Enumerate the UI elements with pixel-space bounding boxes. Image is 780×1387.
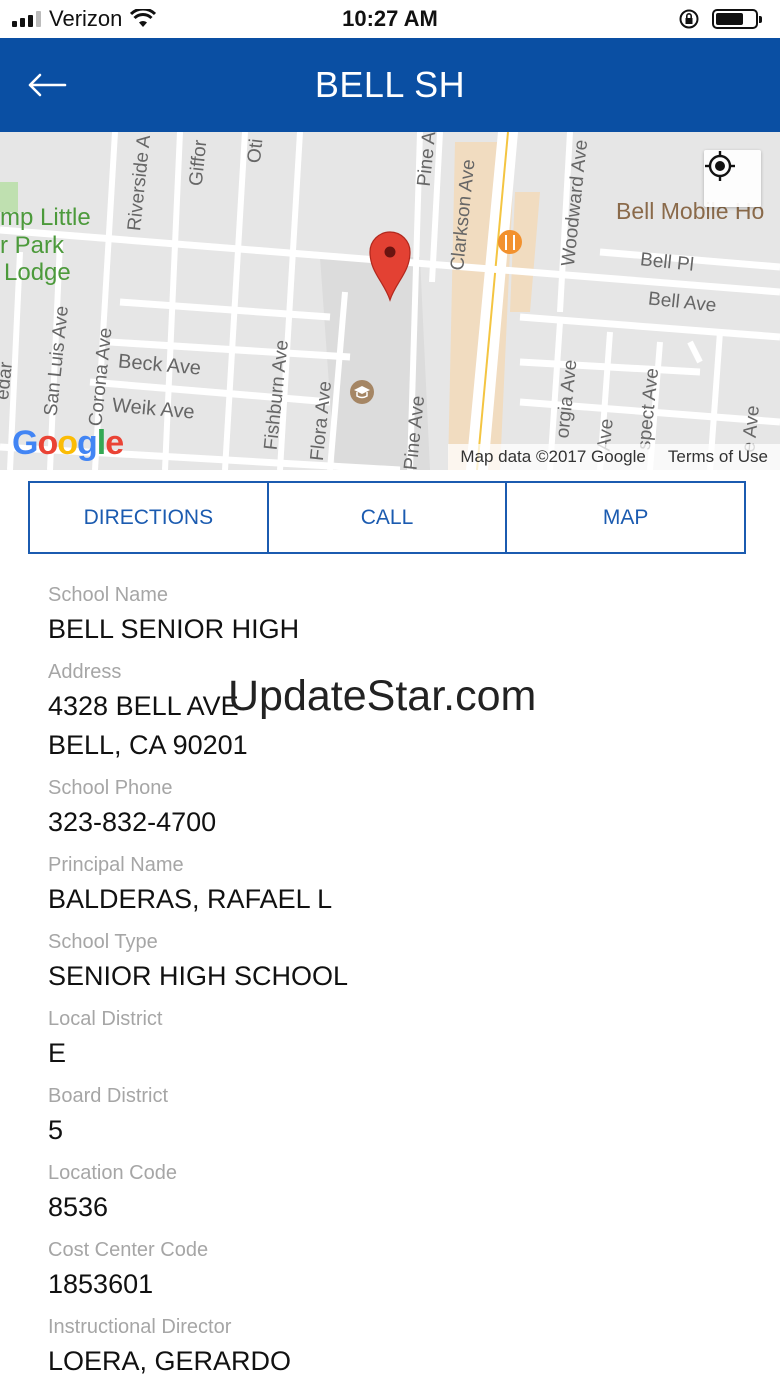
cost-center-code-value: 1853601 xyxy=(48,1269,154,1299)
status-right xyxy=(678,8,762,30)
school-icon xyxy=(350,380,374,404)
watermark: UpdateStar.com xyxy=(228,672,537,720)
page-title: BELL SH xyxy=(314,64,466,105)
directions-button[interactable]: DIRECTIONS xyxy=(30,483,267,552)
school-name-value: BELL SENIOR HIGH xyxy=(48,614,300,644)
map-attribution: Map data ©2017 Google Terms of Use xyxy=(448,444,780,470)
google-logo: Google xyxy=(12,424,124,462)
map-view[interactable]: mp Little r Park Lodge Riverside A Giffo… xyxy=(0,132,780,470)
local-district-value: E xyxy=(48,1038,67,1068)
cost-center-code-label: Cost Center Code xyxy=(48,1239,209,1261)
school-type-value: SENIOR HIGH SCHOOL xyxy=(48,961,349,991)
address-line-2: BELL, CA 90201 xyxy=(48,730,248,760)
restaurant-icon xyxy=(498,230,522,254)
location-code-label: Location Code xyxy=(48,1162,177,1184)
school-phone-label: School Phone xyxy=(48,777,173,799)
map-label: Lodge xyxy=(4,259,71,286)
signal-strength-icon xyxy=(12,11,41,27)
board-district-label: Board District xyxy=(48,1085,169,1107)
map-label: r Park xyxy=(0,232,65,259)
location-code-value: 8536 xyxy=(48,1192,109,1222)
my-location-button[interactable] xyxy=(704,150,761,207)
instructional-director-label: Instructional Director xyxy=(48,1316,232,1338)
principal-name-value: BALDERAS, RAFAEL L xyxy=(48,884,333,914)
school-name-label: School Name xyxy=(48,584,169,606)
back-arrow-icon xyxy=(28,73,67,97)
crosshair-icon xyxy=(705,151,735,181)
battery-icon xyxy=(712,9,762,29)
status-bar: Verizon 10:27 AM xyxy=(0,0,780,38)
local-district-label: Local District xyxy=(48,1008,163,1030)
call-button[interactable]: CALL xyxy=(266,483,506,552)
map-button[interactable]: MAP xyxy=(505,483,745,552)
back-button[interactable] xyxy=(22,62,72,108)
map-label: Oti xyxy=(243,137,268,165)
board-district-value: 5 xyxy=(48,1115,64,1145)
carrier-name: Verizon xyxy=(49,6,123,31)
wifi-icon xyxy=(130,9,157,27)
terms-of-use-link[interactable]: Terms of Use xyxy=(668,447,768,467)
principal-name-label: Principal Name xyxy=(48,854,184,876)
map-data-credit: Map data ©2017 Google xyxy=(460,447,646,466)
status-left: Verizon xyxy=(12,6,157,32)
map-label: mp Little xyxy=(0,204,91,231)
instructional-director-value: LOERA, GERARDO xyxy=(48,1346,292,1376)
action-button-group: DIRECTIONS CALL MAP xyxy=(28,481,746,554)
rotation-lock-icon xyxy=(679,9,699,29)
school-type-label: School Type xyxy=(48,931,158,953)
app-header: BELL SH xyxy=(0,38,780,132)
school-phone-value: 323-832-4700 xyxy=(48,807,217,837)
